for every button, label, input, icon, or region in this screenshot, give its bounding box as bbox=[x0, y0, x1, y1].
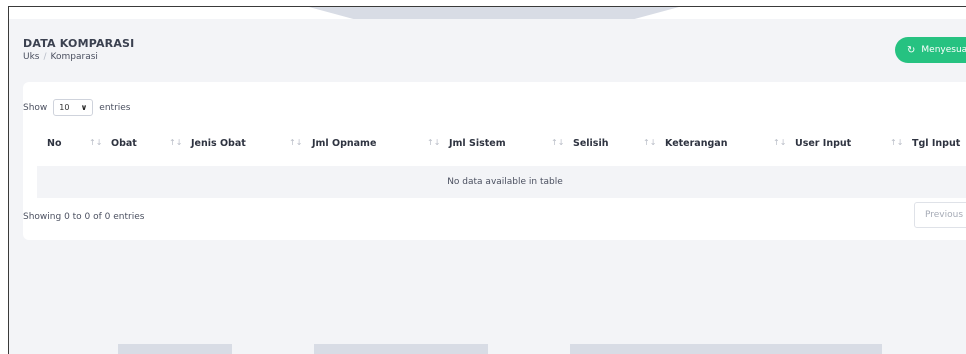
breadcrumb-item-uks[interactable]: Uks bbox=[23, 52, 40, 62]
column-header-no[interactable]: No bbox=[47, 138, 61, 149]
chevron-down-icon: ∨ bbox=[80, 103, 88, 112]
sort-icon[interactable]: ↑↓ bbox=[169, 138, 182, 147]
table-info: Showing 0 to 0 of 0 entries bbox=[23, 212, 145, 222]
empty-message: No data available in table bbox=[447, 177, 563, 187]
previous-button[interactable]: Previous bbox=[914, 202, 966, 228]
empty-table-row: No data available in table bbox=[37, 166, 966, 198]
column-header-jml-opname[interactable]: Jml Opname bbox=[312, 138, 376, 149]
column-header-keterangan[interactable]: Keterangan bbox=[665, 138, 727, 149]
page-size-value: 10 bbox=[59, 103, 70, 112]
sort-icon[interactable]: ↑↓ bbox=[551, 138, 564, 147]
table-card: Show 10 ∨ entries No ↑↓ Obat ↑↓ Jenis Ob… bbox=[23, 82, 966, 240]
sync-button-label: Menyesuaikan bbox=[921, 45, 966, 55]
column-header-user-input[interactable]: User Input bbox=[795, 138, 851, 149]
watermark-shape bbox=[570, 344, 882, 354]
entries-label: entries bbox=[99, 102, 131, 113]
sort-icon[interactable]: ↑↓ bbox=[89, 138, 102, 147]
watermark-shape bbox=[309, 7, 679, 19]
column-header-obat[interactable]: Obat bbox=[111, 138, 137, 149]
breadcrumb-separator: / bbox=[43, 52, 47, 62]
previous-label: Previous bbox=[925, 210, 964, 220]
watermark-shape bbox=[118, 344, 232, 354]
sort-icon[interactable]: ↑↓ bbox=[890, 138, 903, 147]
column-header-jenis-obat[interactable]: Jenis Obat bbox=[191, 138, 246, 149]
page-size-select[interactable]: 10 ∨ bbox=[53, 99, 94, 116]
sync-button[interactable]: ↻ Menyesuaikan bbox=[895, 37, 966, 63]
column-header-jml-sistem[interactable]: Jml Sistem bbox=[449, 138, 506, 149]
sort-icon[interactable]: ↑↓ bbox=[773, 138, 786, 147]
breadcrumb: Uks / Komparasi bbox=[23, 52, 98, 62]
table-header: No ↑↓ Obat ↑↓ Jenis Obat ↑↓ Jml Opname ↑… bbox=[37, 134, 966, 154]
show-label: Show bbox=[23, 102, 48, 113]
sort-icon[interactable]: ↑↓ bbox=[289, 138, 302, 147]
column-header-tgl-input[interactable]: Tgl Input bbox=[912, 138, 960, 149]
app-frame: DATA KOMPARASI Uks/Komparasi ↻ Menyesuai… bbox=[8, 6, 966, 354]
breadcrumb-item-komparasi: Komparasi bbox=[50, 52, 98, 62]
sort-icon[interactable]: ↑↓ bbox=[427, 138, 440, 147]
column-header-selisih[interactable]: Selisih bbox=[573, 138, 608, 149]
watermark-shape bbox=[314, 344, 488, 354]
sort-icon[interactable]: ↑↓ bbox=[643, 138, 656, 147]
refresh-icon: ↻ bbox=[907, 44, 916, 56]
page-title: DATA KOMPARASI bbox=[23, 37, 135, 50]
page-size-control: Show 10 ∨ entries bbox=[23, 99, 131, 116]
